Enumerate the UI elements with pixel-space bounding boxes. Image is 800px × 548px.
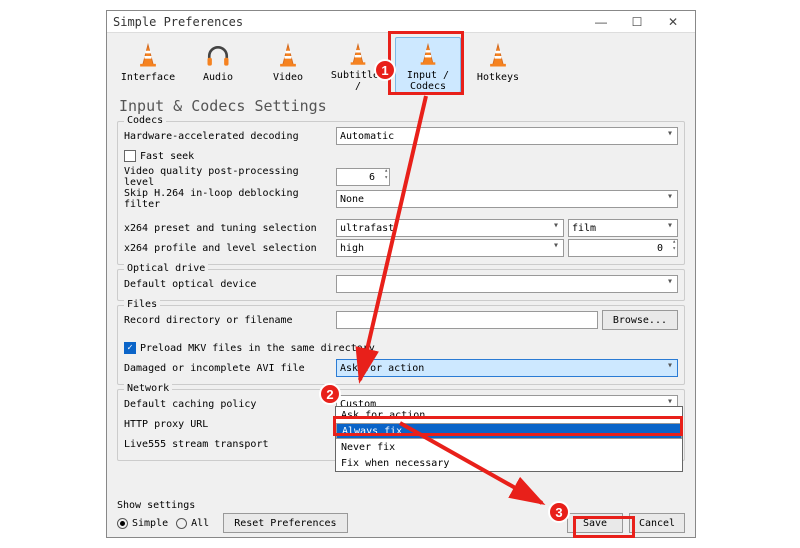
checkbox-fast-seek[interactable]	[124, 150, 136, 162]
cancel-button[interactable]: Cancel	[629, 513, 685, 533]
group-codecs: Codecs Hardware-accelerated decoding Fas…	[117, 121, 685, 265]
label-optical-device: Default optical device	[124, 279, 332, 290]
cone-icon	[414, 42, 442, 68]
category-video[interactable]: Video	[255, 37, 321, 93]
label-video-quality-pp: Video quality post-processing level	[124, 166, 332, 188]
label-simple: Simple	[132, 518, 168, 529]
select-hw-decoding[interactable]	[336, 127, 678, 145]
cone-icon	[274, 42, 302, 70]
category-hotkeys[interactable]: Hotkeys	[465, 37, 531, 93]
cone-icon	[344, 42, 372, 68]
label-hw-decoding: Hardware-accelerated decoding	[124, 131, 332, 142]
cone-icon	[134, 42, 162, 70]
category-input-codecs[interactable]: Input / Codecs	[395, 37, 461, 93]
label-preload-mkv: Preload MKV files in the same directory	[140, 343, 375, 354]
avi-option[interactable]: Fix when necessary	[336, 455, 682, 471]
reset-preferences-button[interactable]: Reset Preferences	[223, 513, 347, 533]
section-title: Input & Codecs Settings	[107, 93, 695, 121]
label-x264-preset: x264 preset and tuning selection	[124, 223, 332, 234]
label-show-settings: Show settings	[117, 500, 348, 511]
window-title: Simple Preferences	[113, 15, 583, 29]
label-live555: Live555 stream transport	[124, 439, 332, 450]
close-button[interactable]: ✕	[655, 12, 691, 32]
radio-simple[interactable]	[117, 518, 128, 529]
checkbox-preload-mkv[interactable]: ✓	[124, 342, 136, 354]
avi-option-selected[interactable]: Always fix	[336, 423, 682, 439]
avi-option[interactable]: Ask for action	[336, 407, 682, 423]
preferences-window: Simple Preferences — ☐ ✕ Interface Audio…	[106, 10, 696, 538]
select-skip-h264[interactable]	[336, 190, 678, 208]
select-x264-tune[interactable]	[568, 219, 678, 237]
select-x264-preset[interactable]	[336, 219, 564, 237]
label-caching: Default caching policy	[124, 399, 332, 410]
select-avi[interactable]	[336, 359, 678, 377]
select-optical-device[interactable]	[336, 275, 678, 293]
browse-button[interactable]: Browse...	[602, 310, 678, 330]
minimize-button[interactable]: —	[583, 12, 619, 32]
headphones-icon	[204, 42, 232, 70]
label-record-dir: Record directory or filename	[124, 315, 332, 326]
group-optical: Optical drive Default optical device	[117, 269, 685, 301]
annotation-badge-2: 2	[319, 383, 341, 405]
label-fast-seek: Fast seek	[140, 151, 194, 162]
annotation-badge-3: 3	[548, 501, 570, 523]
titlebar: Simple Preferences — ☐ ✕	[107, 11, 695, 33]
spinner-video-quality-pp[interactable]	[336, 168, 390, 186]
category-toolbar: Interface Audio Video Subtitles / Input …	[107, 33, 695, 93]
avi-option[interactable]: Never fix	[336, 439, 682, 455]
category-interface[interactable]: Interface	[115, 37, 181, 93]
maximize-button[interactable]: ☐	[619, 12, 655, 32]
category-audio[interactable]: Audio	[185, 37, 251, 93]
cone-icon	[484, 42, 512, 70]
label-avi: Damaged or incomplete AVI file	[124, 363, 332, 374]
label-x264-profile: x264 profile and level selection	[124, 243, 332, 254]
group-files: Files Record directory or filename Brows…	[117, 305, 685, 385]
label-all: All	[191, 518, 209, 529]
input-record-dir[interactable]	[336, 311, 598, 329]
footer: Show settings Simple All Reset Preferenc…	[117, 500, 685, 533]
avi-dropdown-list[interactable]: Ask for action Always fix Never fix Fix …	[335, 406, 683, 472]
save-button[interactable]: Save	[567, 513, 623, 533]
annotation-badge-1: 1	[374, 59, 396, 81]
spinner-x264-level[interactable]	[568, 239, 678, 257]
select-x264-profile[interactable]	[336, 239, 564, 257]
label-skip-h264: Skip H.264 in-loop deblocking filter	[124, 188, 332, 210]
radio-all[interactable]	[176, 518, 187, 529]
label-proxy: HTTP proxy URL	[124, 419, 332, 430]
